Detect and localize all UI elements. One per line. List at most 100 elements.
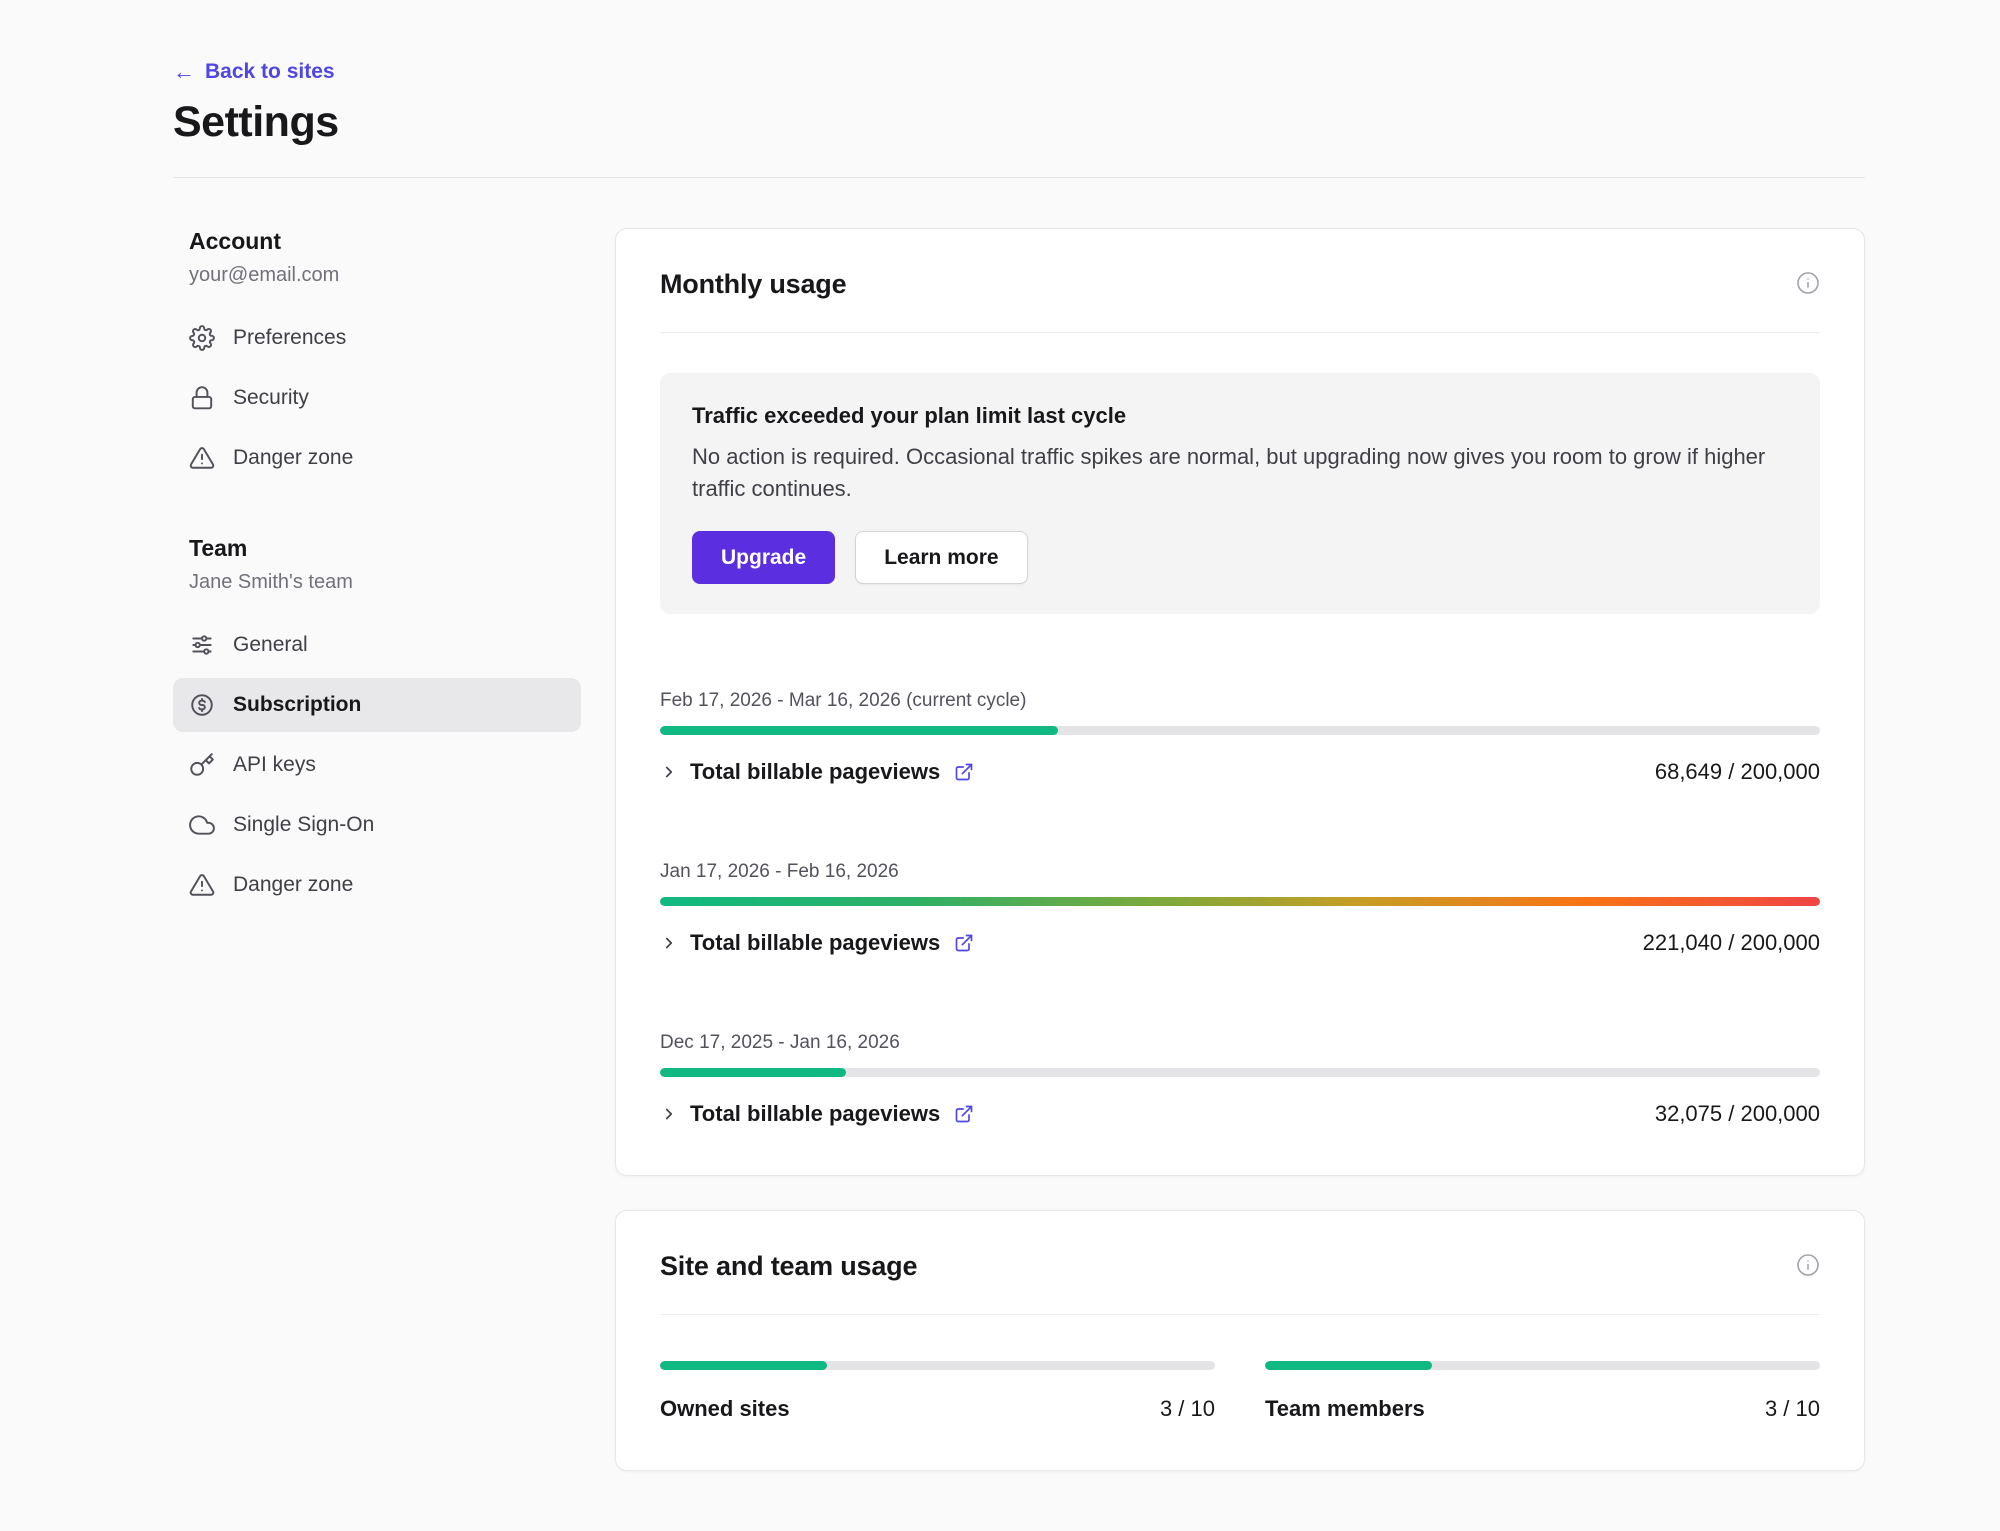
monthly-usage-title: Monthly usage <box>660 269 846 300</box>
sidebar-item-api-keys[interactable]: API keys <box>173 738 581 792</box>
stat-label: Owned sites <box>660 1396 790 1422</box>
back-arrow-icon: ← <box>173 61 195 83</box>
team-heading: Team <box>173 535 581 562</box>
stat-label: Team members <box>1265 1396 1425 1422</box>
monthly-usage-header: Monthly usage <box>660 269 1820 300</box>
usage-progress-fill <box>660 897 1820 906</box>
page-title: Settings <box>173 98 1865 147</box>
cycle-period-label: Feb 17, 2026 - Mar 16, 2026 (current cyc… <box>660 690 1820 712</box>
warning-triangle-icon <box>189 445 215 471</box>
sidebar-item-label: General <box>233 633 308 657</box>
traffic-exceeded-notice: Traffic exceeded your plan limit last cy… <box>660 373 1820 614</box>
cycle-row: Total billable pageviews 221,040 / 200,0… <box>660 930 1820 956</box>
stat-value: 3 / 10 <box>1160 1396 1215 1422</box>
billable-pageviews-toggle[interactable]: Total billable pageviews <box>660 930 974 956</box>
sliders-icon <box>189 632 215 658</box>
owned-sites-progress-bar <box>660 1361 1215 1370</box>
team-nav: General Subscription API keys <box>173 618 581 912</box>
site-team-usage-header: Site and team usage <box>660 1251 1820 1282</box>
settings-page: ← Back to sites Settings Account your@em… <box>0 0 2000 1531</box>
cloud-icon <box>189 812 215 838</box>
back-to-sites-link[interactable]: ← Back to sites <box>173 60 335 84</box>
page-header: ← Back to sites Settings <box>173 60 1865 147</box>
usage-cycle-previous: Jan 17, 2026 - Feb 16, 2026 Total billab… <box>660 861 1820 956</box>
sidebar-item-subscription[interactable]: Subscription <box>173 678 581 732</box>
team-members-progress-fill <box>1265 1361 1432 1370</box>
monthly-usage-card: Monthly usage Traffic exceeded your plan… <box>615 228 1865 1176</box>
sidebar-item-danger-zone-team[interactable]: Danger zone <box>173 858 581 912</box>
stats-grid: Owned sites 3 / 10 Team members 3 / 10 <box>660 1361 1820 1422</box>
owned-sites-stat: Owned sites 3 / 10 <box>660 1361 1215 1422</box>
cycle-period-label: Jan 17, 2026 - Feb 16, 2026 <box>660 861 1820 883</box>
account-nav: Preferences Security Danger zone <box>173 311 581 485</box>
usage-progress-fill <box>660 1068 846 1077</box>
card-divider <box>660 332 1820 333</box>
settings-content: Account your@email.com Preferences Secur… <box>173 228 1865 1471</box>
lock-icon <box>189 385 215 411</box>
settings-sidebar: Account your@email.com Preferences Secur… <box>173 228 581 912</box>
notice-body: No action is required. Occasional traffi… <box>692 441 1788 505</box>
learn-more-button[interactable]: Learn more <box>855 531 1027 584</box>
usage-count: 221,040 / 200,000 <box>1643 930 1820 956</box>
account-heading: Account <box>173 228 581 255</box>
sidebar-item-single-sign-on[interactable]: Single Sign-On <box>173 798 581 852</box>
sidebar-item-label: Security <box>233 386 309 410</box>
usage-progress-bar <box>660 726 1820 735</box>
team-members-stat: Team members 3 / 10 <box>1265 1361 1820 1422</box>
info-icon[interactable] <box>1796 1253 1820 1277</box>
external-link-icon[interactable] <box>954 1104 974 1124</box>
notice-actions: Upgrade Learn more <box>692 531 1788 584</box>
sidebar-item-preferences[interactable]: Preferences <box>173 311 581 365</box>
card-divider <box>660 1314 1820 1315</box>
team-members-progress-bar <box>1265 1361 1820 1370</box>
chevron-right-icon <box>660 763 678 781</box>
billable-pageviews-label: Total billable pageviews <box>690 930 940 956</box>
chevron-right-icon <box>660 1105 678 1123</box>
gear-icon <box>189 325 215 351</box>
usage-progress-bar <box>660 1068 1820 1077</box>
external-link-icon[interactable] <box>954 762 974 782</box>
sidebar-item-label: API keys <box>233 753 316 777</box>
usage-cycle-older: Dec 17, 2025 - Jan 16, 2026 Total billab… <box>660 1032 1820 1127</box>
upgrade-button[interactable]: Upgrade <box>692 531 835 584</box>
usage-count: 68,649 / 200,000 <box>1655 759 1820 785</box>
settings-main: Monthly usage Traffic exceeded your plan… <box>615 228 1865 1471</box>
sidebar-item-label: Danger zone <box>233 873 353 897</box>
stat-value: 3 / 10 <box>1765 1396 1820 1422</box>
sidebar-item-danger-zone-account[interactable]: Danger zone <box>173 431 581 485</box>
usage-cycle-current: Feb 17, 2026 - Mar 16, 2026 (current cyc… <box>660 690 1820 785</box>
billable-pageviews-toggle[interactable]: Total billable pageviews <box>660 759 974 785</box>
sidebar-item-label: Single Sign-On <box>233 813 374 837</box>
external-link-icon[interactable] <box>954 933 974 953</box>
sidebar-item-label: Preferences <box>233 326 346 350</box>
key-icon <box>189 752 215 778</box>
sidebar-item-label: Subscription <box>233 693 361 717</box>
info-icon[interactable] <box>1796 271 1820 295</box>
chevron-right-icon <box>660 934 678 952</box>
back-link-label: Back to sites <box>205 60 335 84</box>
billable-pageviews-label: Total billable pageviews <box>690 1101 940 1127</box>
notice-title: Traffic exceeded your plan limit last cy… <box>692 403 1788 429</box>
stat-row: Owned sites 3 / 10 <box>660 1396 1215 1422</box>
billable-pageviews-toggle[interactable]: Total billable pageviews <box>660 1101 974 1127</box>
dollar-circle-icon <box>189 692 215 718</box>
sidebar-item-label: Danger zone <box>233 446 353 470</box>
warning-triangle-icon <box>189 872 215 898</box>
stat-row: Team members 3 / 10 <box>1265 1396 1820 1422</box>
usage-count: 32,075 / 200,000 <box>1655 1101 1820 1127</box>
team-name: Jane Smith's team <box>173 571 581 594</box>
sidebar-item-security[interactable]: Security <box>173 371 581 425</box>
account-section: Account your@email.com Preferences Secur… <box>173 228 581 485</box>
cycle-row: Total billable pageviews 68,649 / 200,00… <box>660 759 1820 785</box>
site-team-usage-title: Site and team usage <box>660 1251 917 1282</box>
site-team-usage-card: Site and team usage Owned sites 3 / 10 <box>615 1210 1865 1471</box>
header-divider <box>173 177 1865 178</box>
cycle-row: Total billable pageviews 32,075 / 200,00… <box>660 1101 1820 1127</box>
sidebar-item-general[interactable]: General <box>173 618 581 672</box>
billable-pageviews-label: Total billable pageviews <box>690 759 940 785</box>
account-email: your@email.com <box>173 264 581 287</box>
usage-progress-bar <box>660 897 1820 906</box>
owned-sites-progress-fill <box>660 1361 827 1370</box>
usage-progress-fill <box>660 726 1058 735</box>
cycle-period-label: Dec 17, 2025 - Jan 16, 2026 <box>660 1032 1820 1054</box>
